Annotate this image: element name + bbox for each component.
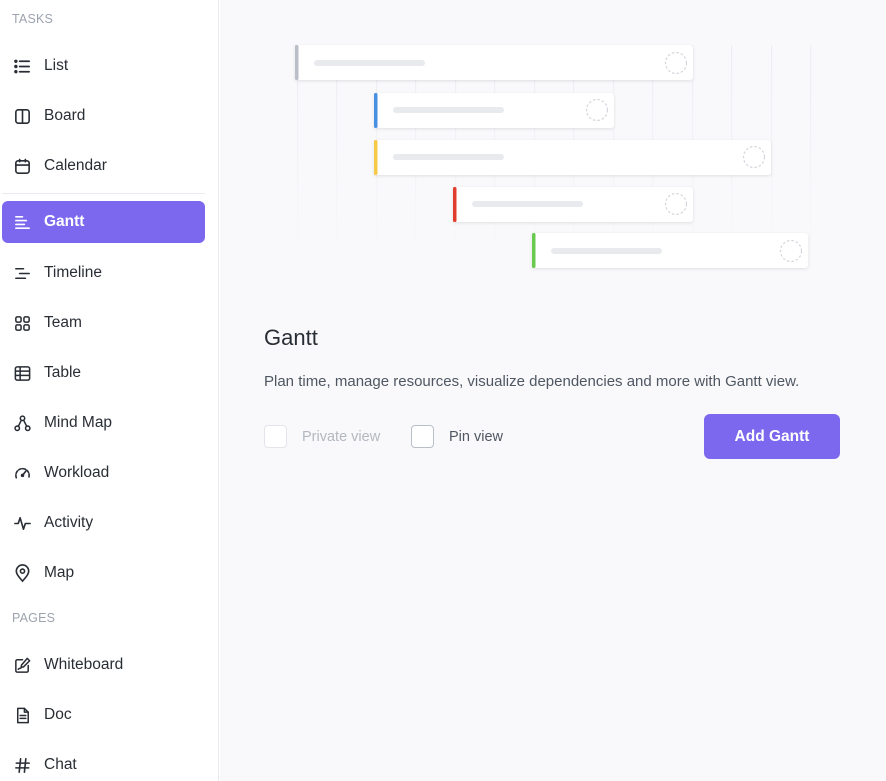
hash-icon (12, 755, 32, 775)
sidebar-item-label: Activity (44, 514, 94, 531)
pin-view-option[interactable]: Pin view (411, 425, 503, 448)
sidebar-item-label: Map (44, 564, 75, 581)
sidebar-item-mind-map[interactable]: Mind Map (2, 403, 205, 443)
table-icon (12, 363, 32, 383)
sidebar-divider (2, 193, 205, 194)
task-color-strip (295, 45, 299, 80)
main-panel: Gantt Plan time, manage resources, visua… (220, 0, 886, 781)
tasks-section-label: TASKS (12, 12, 54, 26)
sidebar-item-label: Doc (44, 706, 72, 723)
sidebar-item-board[interactable]: Board (2, 96, 205, 136)
sidebar-item-chat[interactable]: Chat (2, 745, 205, 781)
doc-icon (12, 705, 32, 725)
private-view-label: Private view (302, 428, 381, 445)
sidebar-item-label: Gantt (44, 213, 85, 230)
sidebar-item-team[interactable]: Team (2, 303, 205, 343)
sidebar-item-table[interactable]: Table (2, 353, 205, 393)
illustration-task-bar (532, 233, 808, 268)
calendar-icon (12, 156, 32, 176)
sidebar-item-map[interactable]: Map (2, 553, 205, 593)
illustration-task-bar (295, 45, 693, 80)
sidebar-item-label: Team (44, 314, 82, 331)
gantt-icon (12, 212, 32, 232)
sidebar-item-label: Timeline (44, 264, 102, 281)
sidebar-item-label: Mind Map (44, 414, 113, 431)
sidebar-item-workload[interactable]: Workload (2, 453, 205, 493)
timeline-icon (12, 263, 32, 283)
view-description: Plan time, manage resources, visualize d… (264, 373, 800, 390)
app-window: TASKS List Board Calendar Gantt Timeline… (0, 0, 886, 781)
task-color-strip (532, 233, 536, 268)
task-color-strip (453, 187, 457, 222)
view-title: Gantt (264, 325, 318, 350)
whiteboard-icon (12, 655, 32, 675)
workload-gauge-icon (12, 463, 32, 483)
sidebar-item-doc[interactable]: Doc (2, 695, 205, 735)
list-icon (12, 56, 32, 76)
sidebar-item-label: Chat (44, 756, 77, 773)
task-color-strip (374, 140, 378, 175)
board-icon (12, 106, 32, 126)
pin-view-checkbox[interactable] (411, 425, 434, 448)
sidebar-item-activity[interactable]: Activity (2, 503, 205, 543)
sidebar-item-label: Table (44, 364, 82, 381)
sidebar-item-timeline[interactable]: Timeline (2, 253, 205, 293)
sidebar-item-label: Whiteboard (44, 656, 124, 673)
gantt-illustration (295, 45, 812, 270)
sidebar-item-label: Board (44, 107, 86, 124)
mind-map-icon (12, 413, 32, 433)
illustration-task-bar (374, 140, 771, 175)
activity-pulse-icon (12, 513, 32, 533)
sidebar-item-label: Workload (44, 464, 110, 481)
sidebar-item-label: Calendar (44, 157, 107, 174)
sidebar: TASKS List Board Calendar Gantt Timeline… (0, 0, 219, 781)
team-grid-icon (12, 313, 32, 333)
sidebar-item-gantt[interactable]: Gantt (2, 201, 205, 243)
map-pin-icon (12, 563, 32, 583)
private-view-option[interactable]: Private view (264, 425, 380, 448)
sidebar-item-whiteboard[interactable]: Whiteboard (2, 645, 205, 685)
task-color-strip (374, 93, 378, 128)
sidebar-item-list[interactable]: List (2, 46, 205, 86)
pages-section-label: PAGES (12, 611, 56, 625)
private-view-checkbox[interactable] (264, 425, 287, 448)
sidebar-item-calendar[interactable]: Calendar (2, 146, 205, 186)
add-gantt-button[interactable]: Add Gantt (704, 414, 840, 459)
illustration-task-bar (374, 93, 614, 128)
illustration-task-bar (453, 187, 693, 222)
pin-view-label: Pin view (449, 428, 503, 445)
sidebar-item-label: List (44, 57, 69, 74)
